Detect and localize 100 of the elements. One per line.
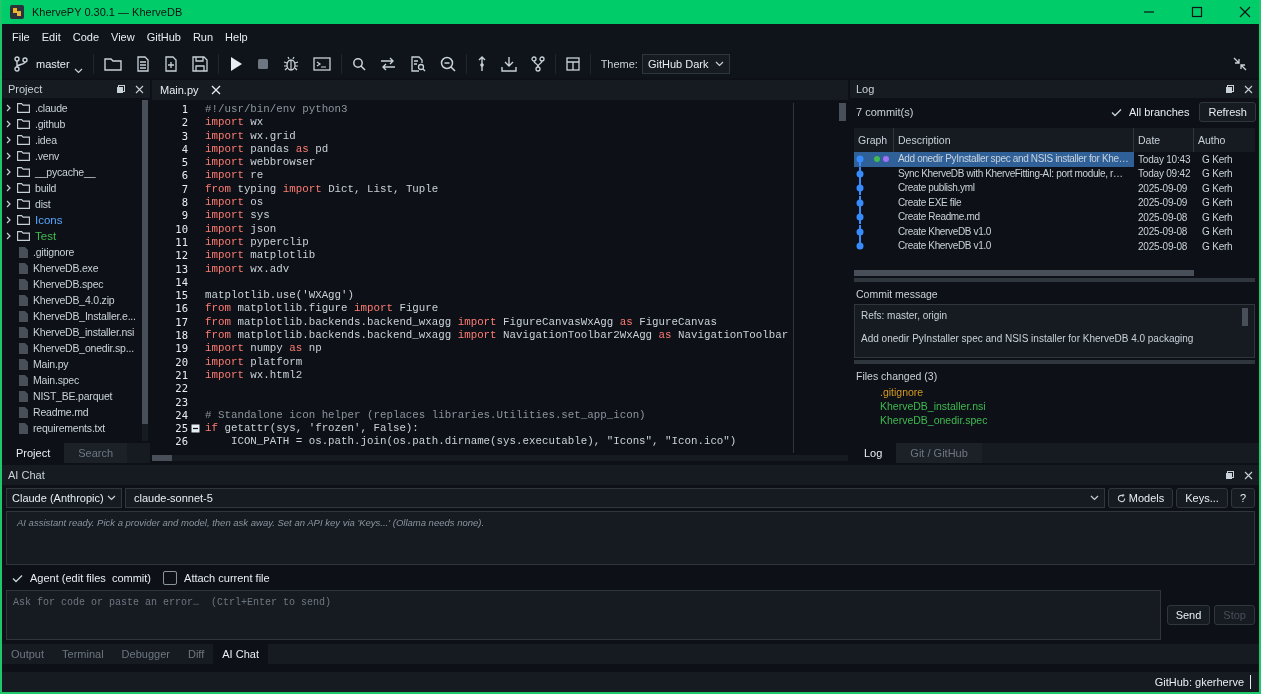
project-document[interactable]: Main.spec: [2, 372, 140, 388]
models-button[interactable]: Models: [1107, 488, 1174, 508]
chevron-right-icon[interactable]: [6, 232, 12, 240]
panel-tab[interactable]: AI Chat: [213, 644, 268, 664]
stop-icon[interactable]: [256, 58, 269, 70]
file-icon[interactable]: [135, 56, 150, 72]
swap-arrows-icon[interactable]: [379, 57, 396, 71]
project-folder[interactable]: .claude: [2, 100, 140, 116]
project-folder[interactable]: __pycache__: [2, 164, 140, 180]
commit-row[interactable]: Create Readme.md 2025-09-08 G Kerh: [854, 210, 1255, 225]
branch-selector[interactable]: master: [14, 52, 83, 76]
changed-file[interactable]: KherveDB_installer.nsi: [880, 400, 986, 412]
chevron-right-icon[interactable]: [6, 104, 12, 112]
scrollbar[interactable]: [1242, 308, 1248, 326]
project-folder[interactable]: build: [2, 180, 140, 196]
commit-row[interactable]: Create KherveDB v1.0 2025-09-08 G Kerh: [854, 239, 1255, 254]
up-down-arrow-icon[interactable]: [476, 56, 487, 72]
caret-icon: [714, 61, 724, 67]
line-number: 2: [180, 116, 188, 130]
scrollbar[interactable]: [152, 455, 848, 461]
chevron-right-icon[interactable]: [6, 136, 12, 144]
download-icon[interactable]: [500, 56, 517, 72]
project-document[interactable]: KherveDB.spec: [2, 276, 140, 292]
menu-item[interactable]: Help: [219, 31, 254, 43]
project-folder[interactable]: Test: [2, 228, 140, 244]
chevron-right-icon[interactable]: [6, 152, 12, 160]
menu-item[interactable]: Run: [186, 31, 220, 43]
code-line: import sys: [205, 209, 270, 222]
menu-item[interactable]: File: [6, 31, 36, 43]
panel-tab[interactable]: Search: [64, 443, 128, 463]
table-cell-text: Today 10:43: [1137, 153, 1192, 165]
fork-icon[interactable]: [530, 56, 545, 72]
float-icon[interactable]: [116, 84, 125, 94]
provider-dropdown[interactable]: Claude (Anthropic): [6, 488, 122, 508]
project-folder[interactable]: .github: [2, 116, 140, 132]
line-number: 15: [174, 289, 188, 303]
project-folder[interactable]: Icons: [2, 212, 140, 228]
chevron-right-icon[interactable]: [6, 120, 12, 128]
agent-checkbox[interactable]: Agent (edit files commit): [12, 572, 152, 584]
menu-item[interactable]: Code: [66, 31, 105, 43]
project-document[interactable]: KherveDB_4.0.zip: [2, 292, 140, 308]
maximize-icon[interactable]: [1191, 6, 1203, 18]
code-line: import os: [205, 196, 264, 209]
search-icon[interactable]: [351, 57, 366, 71]
refresh-button[interactable]: Refresh: [1199, 102, 1256, 122]
layout-icon[interactable]: [565, 57, 580, 71]
chevron-right-icon[interactable]: [6, 216, 12, 224]
project-document[interactable]: KherveDB.exe: [2, 260, 140, 276]
theme-dropdown[interactable]: GitHub Dark: [641, 54, 730, 74]
panel-tab[interactable]: Project: [2, 443, 65, 463]
model-dropdown[interactable]: claude-sonnet-5: [125, 488, 1105, 508]
project-folder[interactable]: .idea: [2, 132, 140, 148]
all-branches-checkbox[interactable]: All branches: [1110, 106, 1190, 118]
panel-tab[interactable]: Git / GitHub: [896, 443, 982, 463]
close-icon[interactable]: [1239, 6, 1251, 18]
project-folder[interactable]: dist: [2, 196, 140, 212]
keys-button[interactable]: Keys...: [1176, 488, 1228, 508]
help-button[interactable]: ?: [1230, 488, 1255, 508]
menu-item[interactable]: GitHub: [140, 31, 187, 43]
commit-row[interactable]: Add onedir PyInstaller spec and NSIS installer for Khe… Today 10:43 G Kerh: [854, 152, 1255, 167]
column-header[interactable]: Autho: [1194, 128, 1255, 152]
commit-row[interactable]: Create publish.yml 2025-09-09 G Kerh: [854, 181, 1255, 196]
changed-file[interactable]: .gitignore: [880, 386, 924, 398]
project-document[interactable]: Readme.md: [2, 404, 140, 420]
zoom-icon[interactable]: [439, 56, 456, 72]
save-icon[interactable]: [191, 56, 208, 72]
menu-item[interactable]: View: [105, 31, 141, 43]
project-document[interactable]: KherveDB_Installer.e...: [2, 308, 140, 324]
commit-row[interactable]: Sync KherveDB with KherveFitting-AI: port module, r… Today 09:42 G Kerh: [854, 166, 1255, 181]
chevron-right-icon[interactable]: [6, 200, 12, 208]
menu-item[interactable]: Edit: [35, 31, 67, 43]
terminal-icon[interactable]: [312, 57, 331, 71]
project-document[interactable]: Main.py: [2, 356, 140, 372]
changed-file[interactable]: KherveDB_onedir.spec: [880, 414, 988, 426]
panel-tab[interactable]: Log: [850, 443, 897, 463]
commit-row[interactable]: Create KherveDB v1.0 2025-09-08 G Kerh: [854, 224, 1255, 239]
commit-row[interactable]: Create EXE file 2025-09-09 G Kerh: [854, 195, 1255, 210]
line-number: 12: [174, 249, 188, 263]
scrollbar[interactable]: [142, 100, 148, 441]
collapse-icon[interactable]: [1233, 57, 1247, 71]
project-document[interactable]: NIST_BE.parquet: [2, 388, 140, 404]
column-header[interactable]: Date: [1134, 128, 1194, 152]
prompt-field[interactable]: Ask for code or paste an error… (Ctrl+Enter to send): [6, 590, 1161, 640]
document-search-icon[interactable]: [409, 56, 426, 72]
fold-icon[interactable]: [190, 424, 200, 434]
folder-icon[interactable]: [103, 56, 122, 72]
chevron-right-icon[interactable]: [6, 184, 12, 192]
project-folder[interactable]: .venv: [2, 148, 140, 164]
play-icon[interactable]: [228, 56, 243, 72]
chevron-right-icon[interactable]: [6, 168, 12, 176]
project-document[interactable]: KherveDB_installer.nsi: [2, 324, 140, 340]
project-document[interactable]: requirements.txt: [2, 420, 140, 436]
new-file-icon[interactable]: [163, 56, 178, 72]
attach-file-checkbox[interactable]: Attach current file: [163, 571, 270, 585]
float-icon[interactable]: [1225, 84, 1234, 94]
project-document[interactable]: KherveDB_onedir.sp...: [2, 340, 140, 356]
send-button[interactable]: Send: [1166, 605, 1211, 625]
project-document[interactable]: .gitignore: [2, 244, 140, 260]
bug-icon[interactable]: [282, 56, 299, 72]
float-icon[interactable]: [1225, 470, 1234, 480]
